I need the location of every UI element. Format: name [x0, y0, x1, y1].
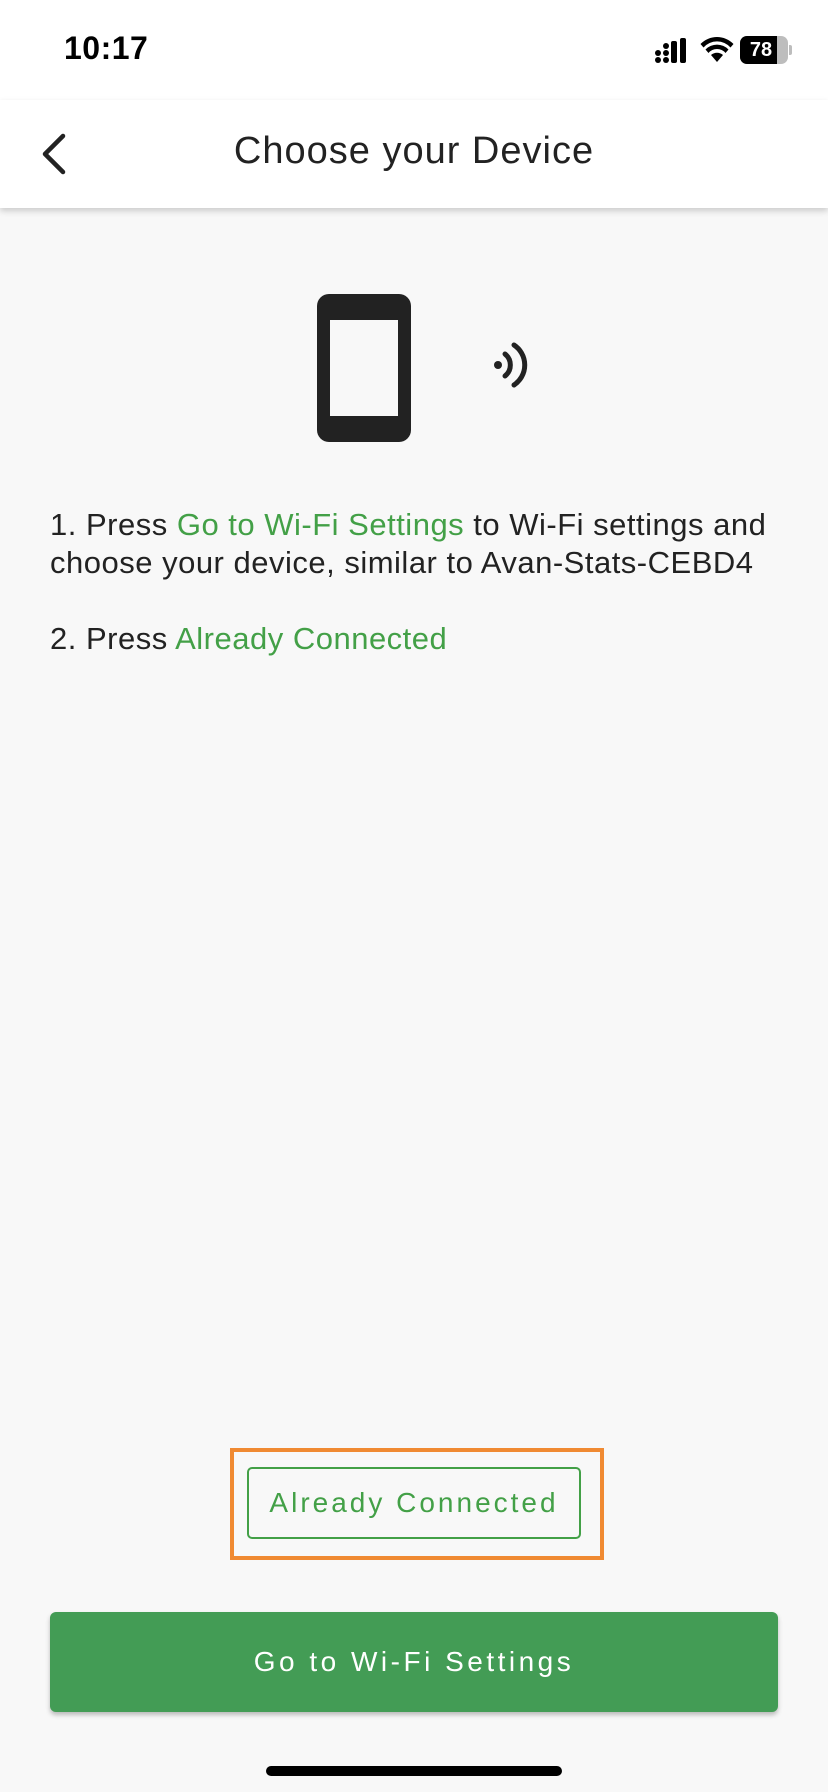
- screen: 10:17 78 Choose your Device 1. Press Go …: [0, 0, 828, 1792]
- battery-icon: 78: [740, 36, 792, 64]
- smartphone-icon: [317, 294, 411, 442]
- home-indicator: [266, 1766, 562, 1776]
- device-illustration: [300, 290, 550, 450]
- battery-percent: 78: [749, 39, 773, 61]
- signal-waves-icon: [494, 342, 528, 388]
- step1-prefix: 1. Press: [50, 507, 177, 542]
- step2-prefix: 2. Press: [50, 621, 176, 656]
- instruction-step-1: 1. Press Go to Wi-Fi Settings to Wi-Fi s…: [50, 506, 790, 582]
- already-connected-button[interactable]: Already Connected: [247, 1467, 581, 1539]
- go-to-wifi-settings-button[interactable]: Go to Wi-Fi Settings: [50, 1612, 778, 1712]
- step2-highlight: Already Connected: [175, 621, 448, 656]
- wifi-icon: [700, 37, 734, 62]
- status-time: 10:17: [64, 30, 149, 66]
- page-title: Choose your Device: [233, 130, 595, 172]
- cellular-signal-icon: [655, 38, 686, 63]
- step1-highlight: Go to Wi-Fi Settings: [176, 507, 465, 542]
- instruction-step-2: 2. Press Already Connected: [50, 620, 790, 658]
- instructions: 1. Press Go to Wi-Fi Settings to Wi-Fi s…: [50, 506, 790, 696]
- nav-bar: Choose your Device: [0, 100, 828, 208]
- status-bar: 10:17 78: [0, 0, 828, 100]
